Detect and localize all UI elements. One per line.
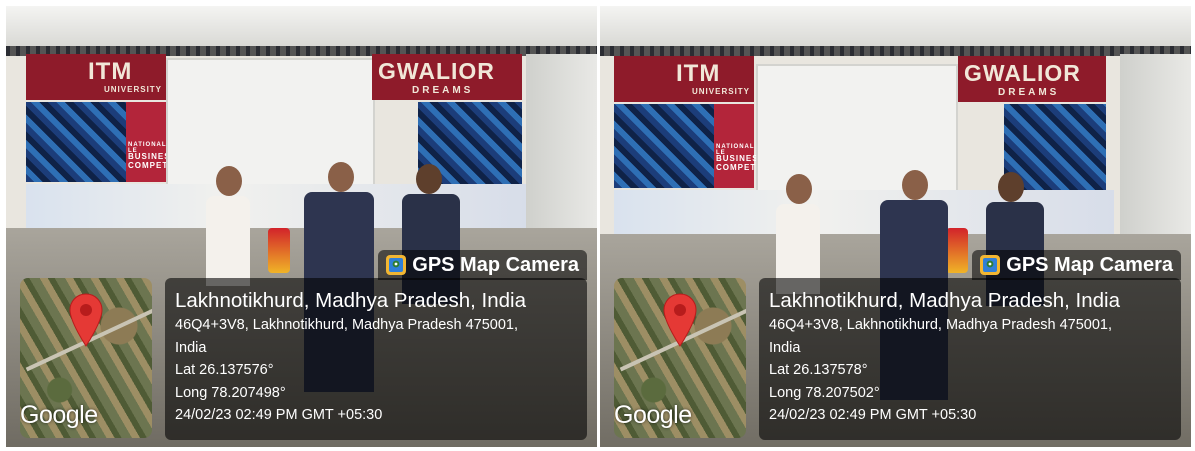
location-title: Lakhnotikhurd, Madhya Pradesh, India bbox=[769, 289, 1121, 312]
gps-app-badge: GPS Map Camera bbox=[972, 250, 1181, 280]
itm-banner: ITM UNIVERSITY bbox=[614, 56, 754, 102]
address-line-2: India bbox=[769, 339, 801, 356]
bouquet bbox=[268, 228, 290, 273]
banner-itm-text: ITM bbox=[676, 60, 721, 87]
gps-app-name: GPS Map Camera bbox=[1006, 253, 1173, 276]
gps-map-camera-icon bbox=[980, 255, 1001, 275]
projector-screen bbox=[756, 64, 958, 196]
longitude: Long 78.207498° bbox=[175, 384, 286, 401]
gps-app-name: GPS Map Camera bbox=[412, 253, 579, 276]
latitude: Lat 26.137578° bbox=[769, 362, 868, 378]
mosaic-panel bbox=[26, 102, 126, 182]
longitude: Long 78.207502° bbox=[769, 384, 880, 401]
photo-right: ITM UNIVERSITY NATIONAL LE BUSINES COMPE… bbox=[600, 6, 1191, 447]
hall-wall bbox=[526, 54, 597, 254]
location-title: Lakhnotikhurd, Madhya Pradesh, India bbox=[175, 289, 527, 312]
address-line-2: India bbox=[175, 339, 207, 356]
stage-truss bbox=[600, 46, 1191, 56]
ceiling bbox=[6, 6, 597, 48]
banner-gwalior-text: GWALIOR bbox=[378, 58, 495, 84]
banner-dreams-text: DREAMS bbox=[998, 87, 1060, 98]
banner-gwalior-text: GWALIOR bbox=[964, 60, 1081, 86]
google-logo: Google bbox=[614, 401, 692, 429]
banner-dreams-text: DREAMS bbox=[412, 85, 474, 96]
gwalior-banner: GWALIOR DREAMS bbox=[958, 56, 1106, 102]
banner-itm-text: ITM bbox=[88, 58, 133, 85]
poster-business-text: BUSINES COMPET bbox=[716, 154, 759, 172]
address-line-1: 46Q4+3V8, Lakhnotikhurd, Madhya Pradesh … bbox=[175, 317, 519, 333]
poster-panel: NATIONAL LE BUSINES COMPET bbox=[126, 102, 171, 182]
photo-left: ITM UNIVERSITY NATIONAL LE BUSINES COMPE… bbox=[6, 6, 597, 447]
ceiling bbox=[600, 6, 1191, 48]
mosaic-panel bbox=[614, 104, 714, 188]
timestamp: 24/02/23 02:49 PM GMT +05:30 bbox=[769, 407, 977, 423]
gps-map-camera-icon bbox=[386, 255, 407, 275]
banner-university-text: UNIVERSITY bbox=[692, 87, 751, 96]
map-thumbnail: Google bbox=[614, 278, 746, 438]
poster-business-text: BUSINES COMPET bbox=[128, 152, 171, 170]
poster-panel: NATIONAL LE BUSINES COMPET bbox=[714, 104, 759, 188]
google-logo: Google bbox=[20, 401, 98, 429]
hall-wall bbox=[1120, 54, 1191, 254]
location-pin-icon bbox=[663, 293, 697, 347]
gps-info-box: Lakhnotikhurd, Madhya Pradesh, India 46Q… bbox=[165, 278, 587, 440]
timestamp: 24/02/23 02:49 PM GMT +05:30 bbox=[175, 407, 383, 423]
address-line-1: 46Q4+3V8, Lakhnotikhurd, Madhya Pradesh … bbox=[769, 317, 1113, 333]
gps-app-badge: GPS Map Camera bbox=[378, 250, 587, 280]
latitude: Lat 26.137576° bbox=[175, 362, 274, 378]
banner-university-text: UNIVERSITY bbox=[104, 85, 163, 94]
location-pin-icon bbox=[69, 293, 103, 347]
map-thumbnail: Google bbox=[20, 278, 152, 438]
gwalior-banner: GWALIOR DREAMS bbox=[372, 54, 522, 100]
gps-info-box: Lakhnotikhurd, Madhya Pradesh, India 46Q… bbox=[759, 278, 1181, 440]
bouquet bbox=[946, 228, 968, 273]
itm-banner: ITM UNIVERSITY bbox=[26, 54, 166, 100]
